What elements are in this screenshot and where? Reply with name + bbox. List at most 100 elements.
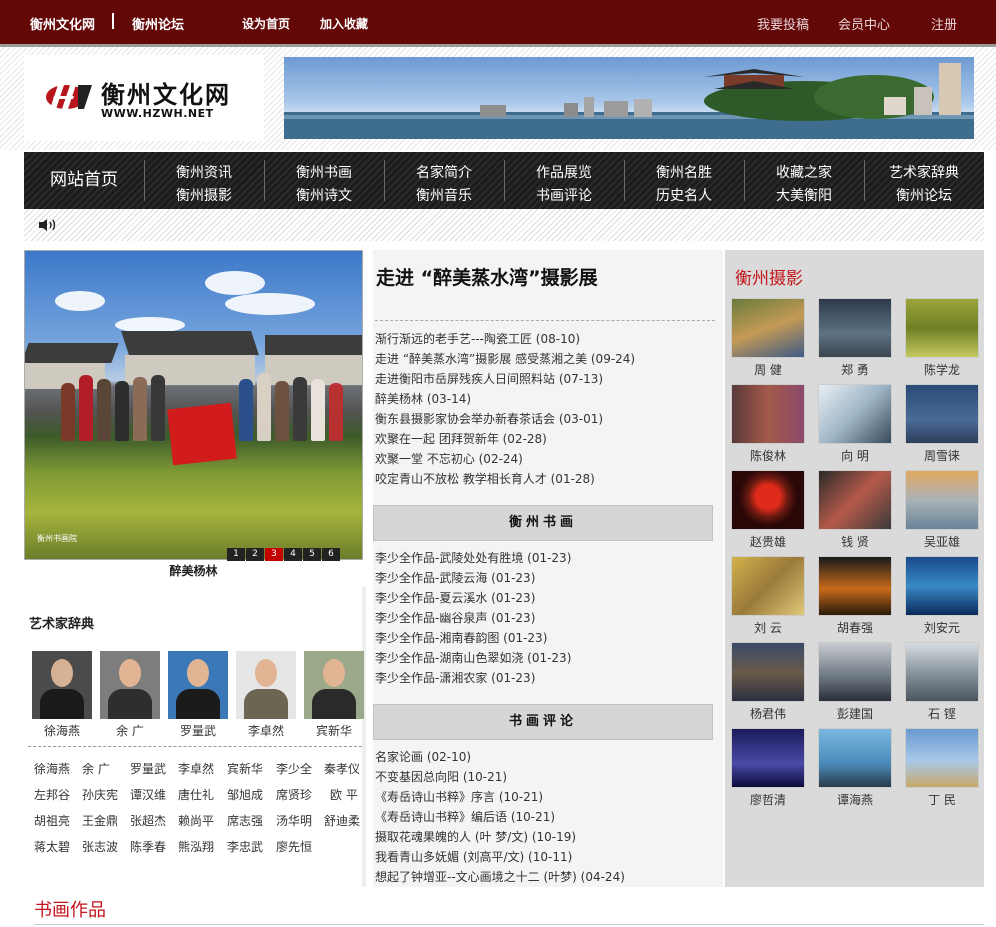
artist-link[interactable]: 蒋太碧	[34, 838, 70, 855]
set-home-link[interactable]: 设为首页	[242, 15, 290, 32]
photographer-name[interactable]: 周 健	[731, 361, 805, 378]
forum-link[interactable]: 衡州论坛	[132, 14, 184, 33]
photo-thumbnail[interactable]	[818, 470, 892, 530]
artist-link[interactable]: 谭汉维	[130, 786, 166, 803]
photo-thumbnail[interactable]	[818, 642, 892, 702]
photo-thumbnail[interactable]	[731, 556, 805, 616]
news-item-link[interactable]: 衡东县摄影家协会举办新春茶话会 (03-01)	[375, 410, 603, 427]
nav-item-news[interactable]: 衡州资讯	[144, 162, 264, 182]
photo-thumbnail[interactable]	[818, 298, 892, 358]
photo-thumbnail[interactable]	[818, 556, 892, 616]
slide-page-button[interactable]: 2	[246, 548, 264, 561]
nav-item-exhibition[interactable]: 作品展览	[504, 162, 624, 182]
photography-title[interactable]: 衡州摄影	[735, 264, 803, 289]
artist-portrait[interactable]	[100, 651, 160, 719]
photographer-name[interactable]: 石 铿	[905, 705, 979, 722]
artist-link[interactable]: 席志强	[227, 812, 263, 829]
headline-link[interactable]: 走进 “醉美蒸水湾”摄影展	[376, 263, 598, 290]
artist-portrait[interactable]	[168, 651, 228, 719]
photo-thumbnail[interactable]	[905, 298, 979, 358]
review-item-link[interactable]: 《寿岳诗山书粹》编后语 (10-21)	[375, 808, 555, 825]
calligraphy-item-link[interactable]: 李少全作品-武陵云海 (01-23)	[375, 569, 535, 586]
photographer-name[interactable]: 杨君伟	[731, 705, 805, 722]
artist-link[interactable]: 王金鼎	[82, 812, 118, 829]
photographer-name[interactable]: 廖哲清	[731, 791, 805, 808]
nav-item-masters[interactable]: 名家简介	[384, 162, 504, 182]
slideshow-caption[interactable]: 醉美杨林	[24, 562, 363, 579]
artist-link[interactable]: 邹旭成	[227, 786, 263, 803]
artist-link[interactable]: 秦孝仪	[324, 760, 360, 777]
photographer-name[interactable]: 郑 勇	[818, 361, 892, 378]
photo-thumbnail[interactable]	[731, 728, 805, 788]
artist-link[interactable]: 罗量武	[130, 760, 166, 777]
artist-link[interactable]: 张超杰	[130, 812, 166, 829]
slide-page-button[interactable]: 1	[227, 548, 245, 561]
member-center-link[interactable]: 会员中心	[838, 14, 890, 33]
artist-link[interactable]: 李少全	[276, 760, 312, 777]
nav-item-scenic[interactable]: 衡州名胜	[624, 162, 744, 182]
news-item-link[interactable]: 渐行渐远的老手艺---陶瓷工匠 (08-10)	[375, 330, 580, 347]
calligraphy-item-link[interactable]: 李少全作品-湖南山色翠如浇 (01-23)	[375, 649, 571, 666]
photo-thumbnail[interactable]	[905, 728, 979, 788]
photo-thumbnail[interactable]	[731, 384, 805, 444]
artist-name[interactable]: 余 广	[96, 722, 164, 739]
photographer-name[interactable]: 刘 云	[731, 619, 805, 636]
photo-thumbnail[interactable]	[818, 384, 892, 444]
speaker-icon[interactable]	[38, 218, 58, 232]
news-item-link[interactable]: 走进衡阳市岳屏残疾人日间照料站 (07-13)	[375, 370, 603, 387]
reviews-section-header[interactable]: 书画评论	[373, 704, 713, 740]
artist-link[interactable]: 赖尚平	[178, 812, 214, 829]
calligraphy-section-header[interactable]: 衡州书画	[373, 505, 713, 541]
photographer-name[interactable]: 彭建国	[818, 705, 892, 722]
review-item-link[interactable]: 不变基因总向阳 (10-21)	[375, 768, 507, 785]
artist-link[interactable]: 宾新华	[227, 760, 263, 777]
slide-page-button-active[interactable]: 3	[265, 548, 283, 561]
news-item-link[interactable]: 醉美杨林 (03-14)	[375, 390, 471, 407]
photo-thumbnail[interactable]	[905, 384, 979, 444]
nav-item-calligraphy[interactable]: 衡州书画	[264, 162, 384, 182]
nav-item-music[interactable]: 衡州音乐	[384, 185, 504, 205]
photographer-name[interactable]: 向 明	[818, 447, 892, 464]
add-favorite-link[interactable]: 加入收藏	[320, 15, 368, 32]
artist-link[interactable]: 孙庆宪	[82, 786, 118, 803]
review-item-link[interactable]: 《寿岳诗山书粹》序言 (10-21)	[375, 788, 543, 805]
photographer-name[interactable]: 陈学龙	[905, 361, 979, 378]
review-item-link[interactable]: 摄取花魂果魄的人 (叶 梦/文) (10-19)	[375, 828, 576, 845]
photo-thumbnail[interactable]	[905, 470, 979, 530]
review-item-link[interactable]: 想起了钟增亚--文心画境之十二 (叶梦) (04-24)	[375, 868, 625, 885]
artworks-title[interactable]: 书画作品	[34, 896, 106, 922]
calligraphy-item-link[interactable]: 李少全作品-幽谷泉声 (01-23)	[375, 609, 535, 626]
artist-link[interactable]: 唐仕礼	[178, 786, 214, 803]
news-item-link[interactable]: 欢聚一堂 不忘初心 (02-24)	[375, 450, 523, 467]
photographer-name[interactable]: 陈俊林	[731, 447, 805, 464]
artist-link[interactable]: 汤华明	[276, 812, 312, 829]
photographer-name[interactable]: 吴亚雄	[905, 533, 979, 550]
calligraphy-item-link[interactable]: 李少全作品-潇湘农家 (01-23)	[375, 669, 535, 686]
artist-link[interactable]: 余 广	[82, 760, 110, 777]
featured-slideshow-image[interactable]: 衡州书画院	[24, 250, 363, 560]
register-link[interactable]: 注册	[931, 14, 957, 33]
photo-thumbnail[interactable]	[905, 556, 979, 616]
nav-item-photography[interactable]: 衡州摄影	[144, 185, 264, 205]
artist-link[interactable]: 欧 平	[330, 786, 358, 803]
artist-link[interactable]: 胡祖亮	[34, 812, 70, 829]
artist-link[interactable]: 席贤珍	[276, 786, 312, 803]
slide-page-button[interactable]: 6	[322, 548, 340, 561]
photo-thumbnail[interactable]	[731, 470, 805, 530]
artist-name[interactable]: 徐海燕	[28, 722, 96, 739]
photographer-name[interactable]: 钱 贤	[818, 533, 892, 550]
artist-link[interactable]: 李卓然	[178, 760, 214, 777]
artist-link[interactable]: 熊泓翔	[178, 838, 214, 855]
photo-thumbnail[interactable]	[818, 728, 892, 788]
news-item-link[interactable]: 欢聚在一起 团拜贺新年 (02-28)	[375, 430, 547, 447]
slide-page-button[interactable]: 5	[303, 548, 321, 561]
nav-item-reviews[interactable]: 书画评论	[504, 185, 624, 205]
artist-name[interactable]: 李卓然	[232, 722, 300, 739]
photographer-name[interactable]: 刘安元	[905, 619, 979, 636]
photo-thumbnail[interactable]	[905, 642, 979, 702]
news-item-link[interactable]: 走进 “醉美蒸水湾”摄影展 感受蒸湘之美 (09-24)	[375, 350, 635, 367]
artist-link[interactable]: 张志波	[82, 838, 118, 855]
artist-link[interactable]: 舒迪柔	[324, 812, 360, 829]
nav-item-hengyang[interactable]: 大美衡阳	[744, 185, 864, 205]
artist-portrait[interactable]	[236, 651, 296, 719]
